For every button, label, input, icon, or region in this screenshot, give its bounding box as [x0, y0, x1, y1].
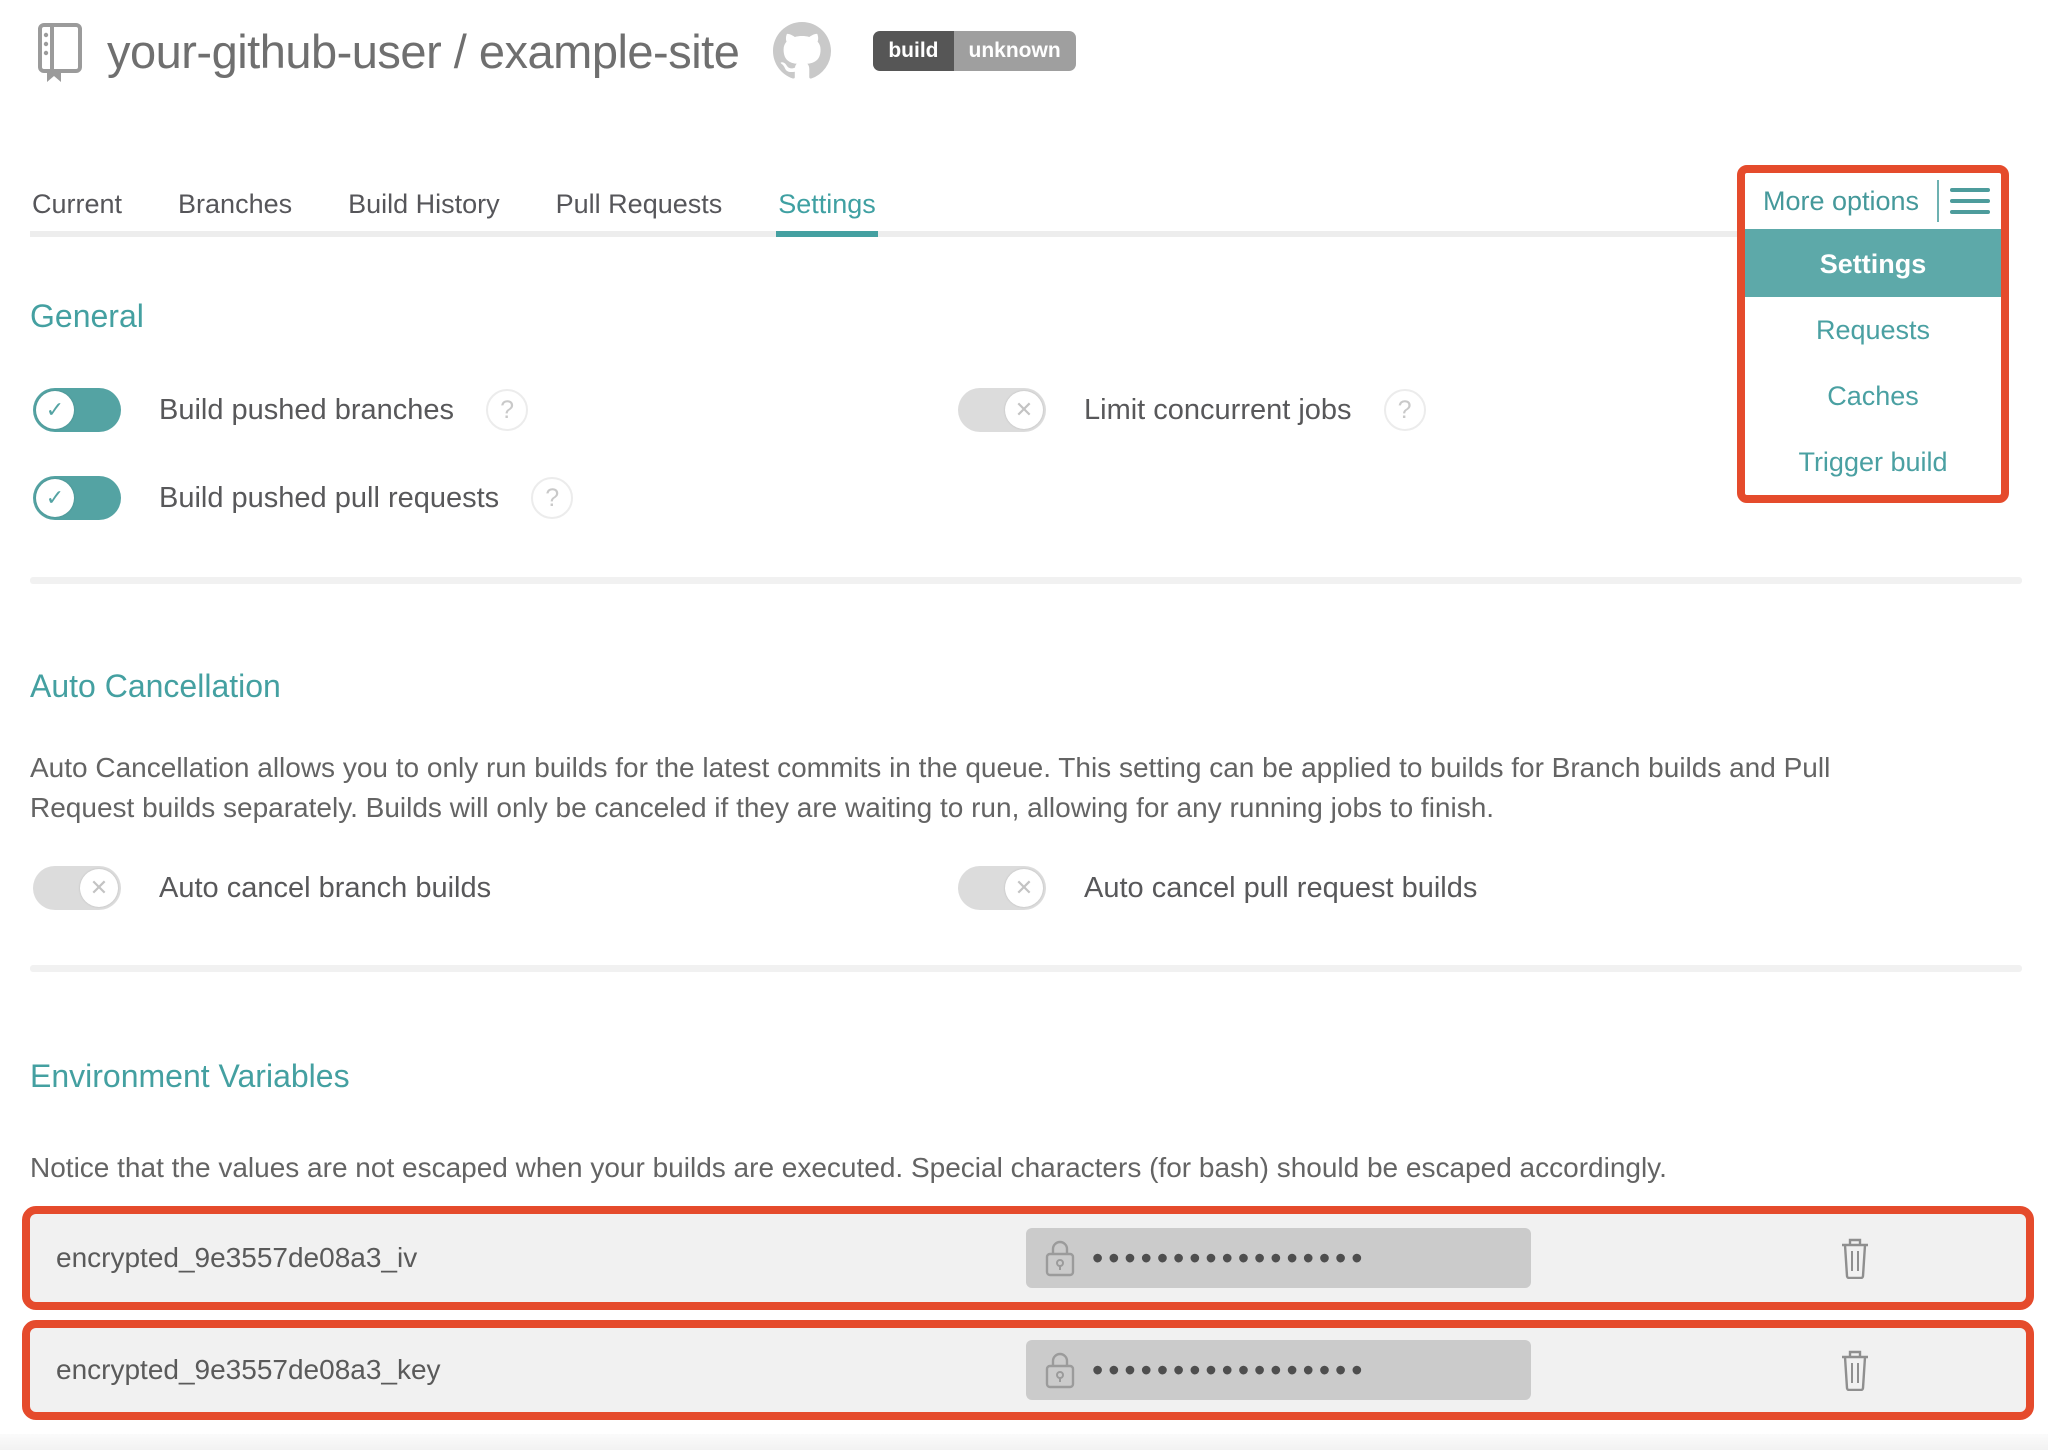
github-logo-icon[interactable] [773, 22, 831, 80]
build-status-badge: build unknown [873, 31, 1075, 71]
repository-book-icon [33, 20, 87, 82]
masked-value: ••••••••••••••••• [1092, 1228, 1367, 1288]
next-row-peek [0, 1434, 2048, 1450]
repo-tabbar: Current Branches Build History Pull Requ… [30, 183, 1737, 237]
env-var-secret-value[interactable]: ••••••••••••••••• [1026, 1228, 1531, 1288]
hamburger-menu-icon[interactable] [1939, 188, 2001, 214]
more-options-label[interactable]: More options [1745, 186, 1937, 217]
help-icon[interactable]: ? [531, 477, 573, 519]
toggle-label: Build pushed branches [159, 394, 454, 427]
auto-cancel-branch-builds-toggle[interactable]: ✕ [33, 866, 121, 910]
limit-concurrent-jobs-row: ✕ Limit concurrent jobs ? [958, 388, 1426, 432]
auto-cancel-pull-request-builds-toggle[interactable]: ✕ [958, 866, 1046, 910]
tab-settings[interactable]: Settings [776, 183, 878, 237]
tab-build-history[interactable]: Build History [346, 183, 502, 231]
toggle-check-icon: ✓ [36, 479, 74, 517]
auto-cancel-pull-request-builds-row: ✕ Auto cancel pull request builds [958, 866, 1477, 910]
more-options-header[interactable]: More options [1745, 173, 2001, 231]
lock-icon [1042, 1349, 1078, 1391]
trash-icon [1838, 1237, 1872, 1279]
env-var-row-key: encrypted_9e3557de08a3_key •••••••••••••… [22, 1320, 2034, 1420]
menu-item-settings[interactable]: Settings [1745, 231, 2001, 297]
delete-env-var-button[interactable] [1838, 1237, 1872, 1279]
build-pushed-branches-toggle[interactable]: ✓ [33, 388, 121, 432]
section-divider [30, 577, 2022, 584]
badge-status: unknown [954, 31, 1076, 71]
env-var-secret-value[interactable]: ••••••••••••••••• [1026, 1340, 1531, 1400]
help-icon[interactable]: ? [1384, 389, 1426, 431]
env-var-name: encrypted_9e3557de08a3_key [30, 1354, 441, 1386]
tab-pull-requests[interactable]: Pull Requests [554, 183, 725, 231]
help-icon[interactable]: ? [486, 389, 528, 431]
toggle-label: Limit concurrent jobs [1084, 394, 1352, 427]
build-pushed-pull-requests-toggle[interactable]: ✓ [33, 476, 121, 520]
toggle-check-icon: ✓ [36, 391, 74, 429]
tab-current[interactable]: Current [30, 183, 124, 231]
auto-cancel-branch-builds-row: ✕ Auto cancel branch builds [33, 866, 491, 910]
environment-variables-heading: Environment Variables [30, 1058, 350, 1095]
env-var-row-iv: encrypted_9e3557de08a3_iv ••••••••••••••… [22, 1206, 2034, 1310]
toggle-x-icon: ✕ [80, 869, 118, 907]
env-var-name: encrypted_9e3557de08a3_iv [30, 1242, 417, 1274]
section-divider [30, 965, 2022, 972]
tab-branches[interactable]: Branches [176, 183, 294, 231]
auto-cancellation-description: Auto Cancellation allows you to only run… [30, 748, 1930, 828]
menu-item-trigger-build[interactable]: Trigger build [1745, 429, 2001, 495]
toggle-label: Build pushed pull requests [159, 482, 499, 515]
delete-env-var-button[interactable] [1838, 1349, 1872, 1391]
more-options-dropdown: More options Settings Requests Caches Tr… [1737, 165, 2009, 503]
toggle-x-icon: ✕ [1005, 869, 1043, 907]
travis-settings-page: your-github-user / example-site build un… [0, 0, 2048, 1450]
lock-icon [1042, 1237, 1078, 1279]
limit-concurrent-jobs-toggle[interactable]: ✕ [958, 388, 1046, 432]
toggle-x-icon: ✕ [1005, 391, 1043, 429]
env-variables-notice: Notice that the values are not escaped w… [30, 1148, 1990, 1188]
toggle-label: Auto cancel branch builds [159, 872, 491, 905]
page-title: your-github-user / example-site [107, 24, 739, 79]
masked-value: ••••••••••••••••• [1092, 1340, 1367, 1400]
general-heading: General [30, 298, 144, 335]
toggle-label: Auto cancel pull request builds [1084, 872, 1477, 905]
build-pushed-pull-requests-row: ✓ Build pushed pull requests ? [33, 476, 573, 520]
menu-item-caches[interactable]: Caches [1745, 363, 2001, 429]
repo-header: your-github-user / example-site build un… [33, 20, 1076, 82]
badge-label: build [873, 31, 953, 71]
build-pushed-branches-row: ✓ Build pushed branches ? [33, 388, 528, 432]
auto-cancellation-heading: Auto Cancellation [30, 668, 281, 705]
menu-item-requests[interactable]: Requests [1745, 297, 2001, 363]
trash-icon [1838, 1349, 1872, 1391]
